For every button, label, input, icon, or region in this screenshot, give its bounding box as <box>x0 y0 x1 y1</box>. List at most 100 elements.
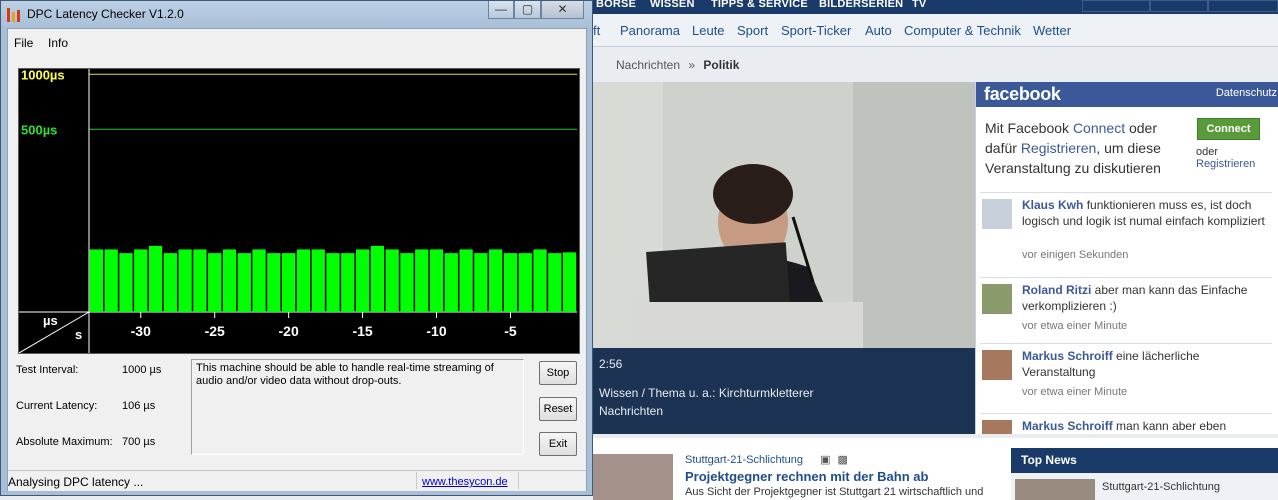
video-frame <box>593 82 975 348</box>
latency-bar <box>311 249 325 312</box>
maximize-button[interactable]: ▢ <box>514 1 541 19</box>
facebook-comment: Roland Ritzi aber man kann das Einfache … <box>980 277 1272 344</box>
latency-bar <box>503 253 518 312</box>
latency-graph: 16000µs8000µs4000µs2000µs1000µs500µsµss-… <box>18 12 580 354</box>
facebook-connect-link[interactable]: Connect <box>1073 120 1125 136</box>
latency-bar <box>267 253 281 312</box>
x-tick-label: -5 <box>504 323 517 339</box>
latency-bar <box>533 249 547 312</box>
comment-author[interactable]: Roland Ritzi <box>1022 283 1091 297</box>
absolute-maximum-label: Absolute Maximum: <box>16 436 113 448</box>
latency-bar <box>400 253 414 312</box>
window-client-area: File Info 16000µs8000µs4000µs2000µs1000µ… <box>7 12 587 491</box>
comment-author[interactable]: Markus Schroiff <box>1022 349 1113 363</box>
result-message: This machine should be able to handle re… <box>191 359 524 455</box>
stop-button[interactable]: Stop <box>539 361 577 385</box>
facebook-header: facebook Datenschutz <box>976 82 1278 107</box>
menu-bar: File Info <box>8 29 586 53</box>
title-bar[interactable]: DPC Latency Checker V1.2.0 — ▢ ✕ <box>1 1 592 27</box>
subnav-sport-ticker[interactable]: Sport-Ticker <box>781 23 851 38</box>
latency-bar <box>296 249 311 312</box>
subnav-wetter[interactable]: Wetter <box>1033 23 1071 38</box>
avatar[interactable] <box>982 350 1012 380</box>
menu-info[interactable]: Info <box>48 36 68 50</box>
nav-tipps[interactable]: TIPPS & SERVICE <box>711 0 808 10</box>
comment-time: vor etwa einer Minute <box>1022 320 1128 332</box>
y-tick-label: 500µs <box>21 122 57 137</box>
latency-bar <box>178 249 192 312</box>
latency-bar <box>222 249 237 312</box>
x-unit-label: s <box>75 327 82 342</box>
latency-bar <box>415 249 429 312</box>
reset-button[interactable]: Reset <box>539 397 577 421</box>
exit-button[interactable]: Exit <box>539 432 577 456</box>
latency-chart: 16000µs8000µs4000µs2000µs1000µs500µsµss-… <box>18 12 577 354</box>
facebook-prompt: Mit Facebook Connect oder dafür Registri… <box>985 118 1175 178</box>
facebook-or-register-link[interactable]: Registrieren <box>1196 158 1255 170</box>
x-tick-label: -20 <box>279 323 299 339</box>
window-title: DPC Latency Checker V1.2.0 <box>27 7 184 21</box>
subnav-sport[interactable]: Sport <box>737 23 768 38</box>
latency-bar <box>385 249 399 312</box>
subnav-panorama[interactable]: Panorama <box>620 23 680 38</box>
latency-bar <box>355 249 370 312</box>
latency-bar <box>237 253 251 312</box>
test-interval-value: 1000 µs <box>122 364 162 376</box>
facebook-widget: facebook Datenschutz Mit Facebook Connec… <box>975 82 1278 434</box>
avatar[interactable] <box>982 284 1012 314</box>
latency-bar <box>134 249 148 312</box>
current-latency-label: Current Latency: <box>16 400 98 412</box>
video-player[interactable] <box>593 82 975 348</box>
nav-bilderserien[interactable]: BILDERSERIEN <box>819 0 903 10</box>
minimize-button[interactable]: — <box>488 1 514 19</box>
comment-time: vor etwa einer Minute <box>1022 386 1128 398</box>
nav-tv[interactable]: TV <box>912 0 926 10</box>
avatar[interactable] <box>982 199 1012 229</box>
subnav-computer-technik[interactable]: Computer & Technik <box>904 23 1021 38</box>
latency-bar <box>548 253 562 312</box>
top-news-thumbnail <box>1015 479 1095 500</box>
kicker-text: Stuttgart-21-Schlichtung <box>685 454 804 466</box>
avatar[interactable] <box>982 420 1012 434</box>
close-button[interactable]: ✕ <box>541 1 584 19</box>
facebook-comment: Markus Schroiff eine lächerliche Veranst… <box>980 343 1272 414</box>
comment-time: vor einigen Sekunden <box>1022 249 1129 261</box>
menu-file[interactable]: File <box>14 36 33 50</box>
subnav-item[interactable]: ft <box>593 23 600 38</box>
current-latency-value: 106 µs <box>122 400 156 412</box>
latency-bar <box>252 249 266 312</box>
nav-wissen[interactable]: WISSEN <box>650 0 695 10</box>
nav-boerse[interactable]: BÖRSE <box>596 0 636 10</box>
facebook-comment: Markus Schroiff man kann aber eben <box>980 413 1272 434</box>
latency-bar <box>104 249 118 312</box>
facebook-privacy-link[interactable]: Datenschutz <box>1216 87 1277 99</box>
comment-author[interactable]: Markus Schroiff <box>1022 419 1113 433</box>
video-line-1[interactable]: Wissen / Thema u. a.: Kirchturmkletterer <box>599 386 814 400</box>
top-news-item[interactable]: Stuttgart-21-Schlichtung <box>1011 473 1278 500</box>
latency-bar <box>119 253 133 312</box>
breadcrumb: Nachrichten » Politik <box>616 58 739 72</box>
facebook-register-link[interactable]: Registrieren <box>1021 140 1096 156</box>
comment-author[interactable]: Klaus Kwh <box>1022 198 1083 212</box>
facebook-connect-button[interactable]: Connect <box>1197 118 1260 140</box>
comment-text: Markus Schroiff eine lächerliche Veranst… <box>1022 348 1272 380</box>
video-icon: ▩ <box>837 454 848 466</box>
latency-bar <box>208 253 222 312</box>
article-thumbnail[interactable] <box>593 454 673 500</box>
x-tick-label: -25 <box>205 323 225 339</box>
latency-bar <box>474 253 488 312</box>
top-news-title: Top News <box>1021 453 1077 467</box>
subnav-auto[interactable]: Auto <box>865 23 892 38</box>
facebook-logo: facebook <box>984 84 1061 104</box>
article-kicker: Stuttgart-21-Schlichtung ▣ ▩ <box>685 453 848 466</box>
thesycon-link[interactable]: www.thesycon.de <box>422 476 508 488</box>
top-news-item-label[interactable]: Stuttgart-21-Schlichtung <box>1102 481 1220 493</box>
subnav-leute[interactable]: Leute <box>692 23 725 38</box>
latency-bar <box>444 253 458 312</box>
article-headline[interactable]: Projektgegner rechnen mit der Bahn ab <box>685 469 928 484</box>
latency-bar <box>429 249 444 312</box>
latency-bar <box>370 245 385 312</box>
absolute-maximum-value: 700 µs <box>122 436 156 448</box>
video-line-2[interactable]: Nachrichten <box>599 404 663 418</box>
breadcrumb-parent[interactable]: Nachrichten <box>616 58 680 72</box>
